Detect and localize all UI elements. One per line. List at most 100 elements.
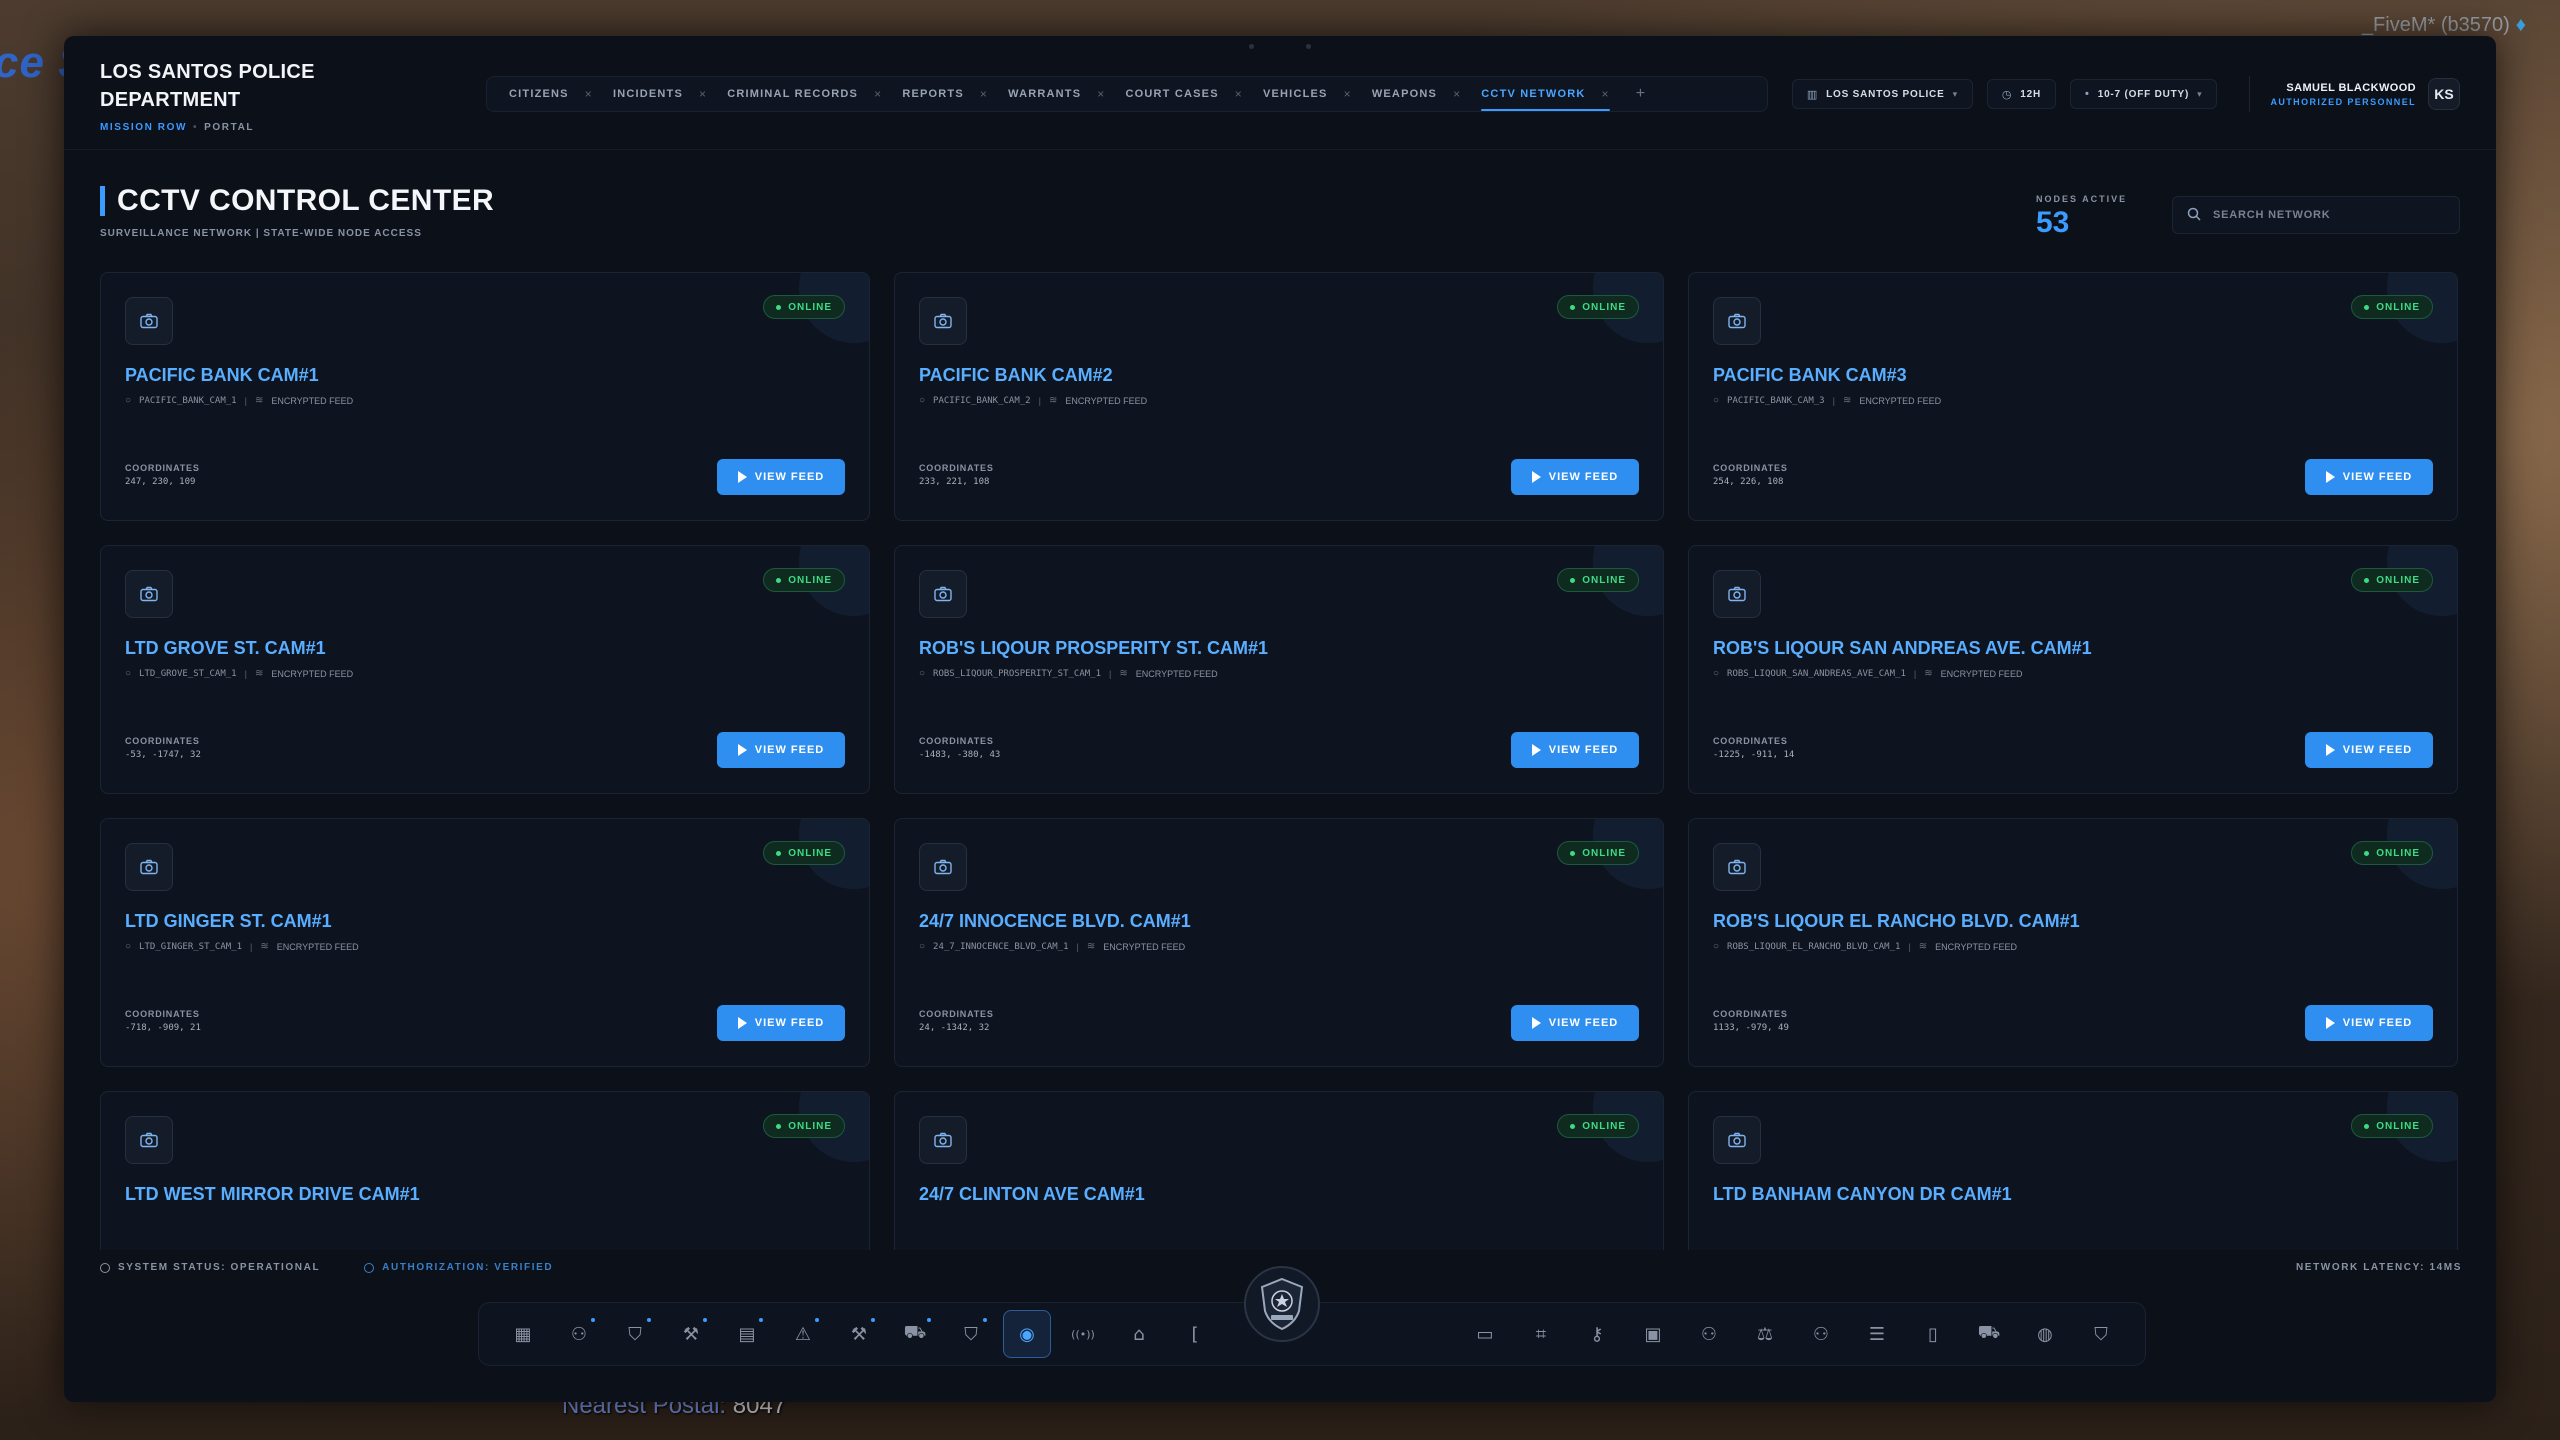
dock-chat-button[interactable]: ▭ xyxy=(1461,1310,1509,1358)
dock-radio-button[interactable]: ((•)) xyxy=(1059,1310,1107,1358)
dock-warning-button[interactable]: ⚠ xyxy=(779,1310,827,1358)
shield-outline-icon xyxy=(364,1262,375,1273)
coordinates-value: 247, 230, 109 xyxy=(125,477,196,487)
close-icon[interactable]: × xyxy=(1097,87,1105,101)
dock-palette-button[interactable]: ◍ xyxy=(2021,1310,2069,1358)
camera-card: ONLINE PACIFIC BANK CAM#2 ○ PACIFIC_BANK_CA… xyxy=(894,272,1664,521)
user-profile[interactable]: SAMUEL BLACKWOOD AUTHORIZED PERSONNEL KS xyxy=(2249,76,2460,112)
view-feed-button[interactable]: VIEW FEED xyxy=(2305,732,2433,768)
close-icon[interactable]: × xyxy=(1344,87,1352,101)
camera-card: ONLINE ROB'S LIQOUR PROSPERITY ST. CAM#1 ○… xyxy=(894,545,1664,794)
close-icon[interactable]: × xyxy=(1602,87,1610,101)
camera-icon[interactable] xyxy=(1713,843,1761,891)
status-badge: ONLINE xyxy=(2351,295,2433,319)
view-feed-button[interactable]: VIEW FEED xyxy=(1511,1005,1639,1041)
close-icon[interactable]: × xyxy=(699,87,707,101)
view-feed-button[interactable]: VIEW FEED xyxy=(2305,459,2433,495)
dock-gavel-button[interactable]: ⚒ xyxy=(667,1310,715,1358)
view-feed-button[interactable]: VIEW FEED xyxy=(717,459,845,495)
dock-hammer-button[interactable]: ⚒ xyxy=(835,1310,883,1358)
camera-icon[interactable] xyxy=(1713,297,1761,345)
agency-selector[interactable]: ▥ LOS SANTOS POLICE ▾ xyxy=(1791,79,1973,109)
feed-type: ENCRYPTED FEED xyxy=(1135,668,1218,679)
status-badge: ONLINE xyxy=(1557,295,1639,319)
time-format-toggle[interactable]: ◷ 12H xyxy=(1986,79,2057,109)
dock-citizens-button[interactable]: ⚇ xyxy=(555,1310,603,1358)
dock-add-user-button[interactable]: ⚇ xyxy=(1685,1310,1733,1358)
dock-document-button[interactable]: ▤ xyxy=(723,1310,771,1358)
feed-type: ENCRYPTED FEED xyxy=(276,941,359,952)
play-icon xyxy=(737,471,747,483)
tab-cctv-network[interactable]: CCTV NETWORK × xyxy=(1471,77,1619,111)
close-icon[interactable]: × xyxy=(585,87,593,101)
node-icon: ○ xyxy=(919,668,926,679)
dock-book-button[interactable]: ▯ xyxy=(1909,1310,1957,1358)
dock-truck-button[interactable]: ⛟ xyxy=(1965,1310,2013,1358)
close-icon[interactable]: × xyxy=(980,87,988,101)
camera-name: PACIFIC BANK CAM#1 xyxy=(125,365,319,385)
tab-reports[interactable]: REPORTS × xyxy=(892,77,998,111)
dock-badge-button[interactable]: ⛉ xyxy=(947,1310,995,1358)
camera-name: ROB'S LIQOUR SAN ANDREAS AVE. CAM#1 xyxy=(1713,638,2092,658)
feed-type: ENCRYPTED FEED xyxy=(1859,395,1942,406)
chevron-down-icon: ▾ xyxy=(2197,88,2203,99)
dock-shield-button[interactable]: ⛉ xyxy=(611,1310,659,1358)
lspd-badge-emblem[interactable] xyxy=(1244,1266,1320,1342)
tab-incidents[interactable]: INCIDENTS × xyxy=(603,77,717,111)
search-input[interactable] xyxy=(2213,209,2445,221)
dock-home-button[interactable]: ⌂ xyxy=(1115,1310,1163,1358)
view-feed-button[interactable]: VIEW FEED xyxy=(2305,1005,2433,1041)
node-icon: ○ xyxy=(1713,395,1720,406)
camera-icon[interactable] xyxy=(125,843,173,891)
view-feed-label: VIEW FEED xyxy=(754,1017,825,1029)
tab-vehicles[interactable]: VEHICLES × xyxy=(1253,77,1362,111)
meta-separator: | xyxy=(1038,395,1041,406)
add-user-icon: ⚇ xyxy=(1700,1323,1718,1345)
camera-icon[interactable] xyxy=(919,570,967,618)
camera-icon[interactable] xyxy=(1713,570,1761,618)
status-badge: ONLINE xyxy=(2351,841,2433,865)
header-controls: ▥ LOS SANTOS POLICE ▾ ◷ 12H • 10-7 (OFF … xyxy=(1791,76,2460,112)
status-ring-icon xyxy=(100,1262,110,1273)
dock-scales-button[interactable]: ⚖ xyxy=(1741,1310,1789,1358)
camera-meta: ○ LTD_GINGER_ST_CAM_1 | ≋ ENCRYPTED FEED xyxy=(125,941,359,952)
camera-icon[interactable] xyxy=(125,1116,173,1164)
camera-icon[interactable] xyxy=(125,297,173,345)
tab-criminal-records[interactable]: CRIMINAL RECORDS × xyxy=(717,77,892,111)
meta-separator: | xyxy=(244,668,247,679)
dock-briefcase-button[interactable]: ▣ xyxy=(1629,1310,1677,1358)
tab-warrants[interactable]: WARRANTS × xyxy=(998,77,1115,111)
coordinates-label: COORDINATES xyxy=(919,1009,994,1019)
dock-car-button[interactable]: ⛟ xyxy=(891,1310,939,1358)
dock-shield-check-button[interactable]: ⛉ xyxy=(2077,1310,2125,1358)
camera-icon[interactable] xyxy=(919,843,967,891)
camera-icon[interactable] xyxy=(1713,1116,1761,1164)
camera-icon[interactable] xyxy=(919,1116,967,1164)
dock-training-button[interactable]: ⌗ xyxy=(1517,1310,1565,1358)
camera-card: ONLINE ROB'S LIQOUR SAN ANDREAS AVE. CAM#… xyxy=(1688,545,2458,794)
camera-icon[interactable] xyxy=(919,297,967,345)
add-tab-button[interactable]: + xyxy=(1636,85,1645,103)
view-feed-button[interactable]: VIEW FEED xyxy=(1511,732,1639,768)
meta-separator: | xyxy=(1908,941,1911,952)
dock-group-button[interactable]: ⚇ xyxy=(1797,1310,1845,1358)
close-icon[interactable]: × xyxy=(874,87,882,101)
dock-bracket-button[interactable]: [ xyxy=(1171,1310,1219,1358)
tab-court-cases[interactable]: COURT CASES × xyxy=(1115,77,1252,111)
tab-weapons[interactable]: WEAPONS × xyxy=(1362,77,1471,111)
coordinates-value: 1133, -979, 49 xyxy=(1713,1023,1789,1033)
close-icon[interactable]: × xyxy=(1235,87,1243,101)
avatar[interactable]: KS xyxy=(2428,78,2460,110)
duty-status-selector[interactable]: • 10-7 (OFF DUTY) ▾ xyxy=(2070,79,2218,109)
dock-key-button[interactable]: ⚷ xyxy=(1573,1310,1621,1358)
dock-dashboard-button[interactable]: ▦ xyxy=(499,1310,547,1358)
dock-database-button[interactable]: ☰ xyxy=(1853,1310,1901,1358)
dock-camera-button[interactable]: ◉ xyxy=(1003,1310,1051,1358)
camera-icon[interactable] xyxy=(125,570,173,618)
brand-subtitle: MISSION ROW • PORTAL xyxy=(100,122,255,133)
close-icon[interactable]: × xyxy=(1453,87,1461,101)
view-feed-button[interactable]: VIEW FEED xyxy=(717,732,845,768)
view-feed-button[interactable]: VIEW FEED xyxy=(1511,459,1639,495)
tab-citizens[interactable]: CITIZENS × xyxy=(499,77,603,111)
view-feed-button[interactable]: VIEW FEED xyxy=(717,1005,845,1041)
